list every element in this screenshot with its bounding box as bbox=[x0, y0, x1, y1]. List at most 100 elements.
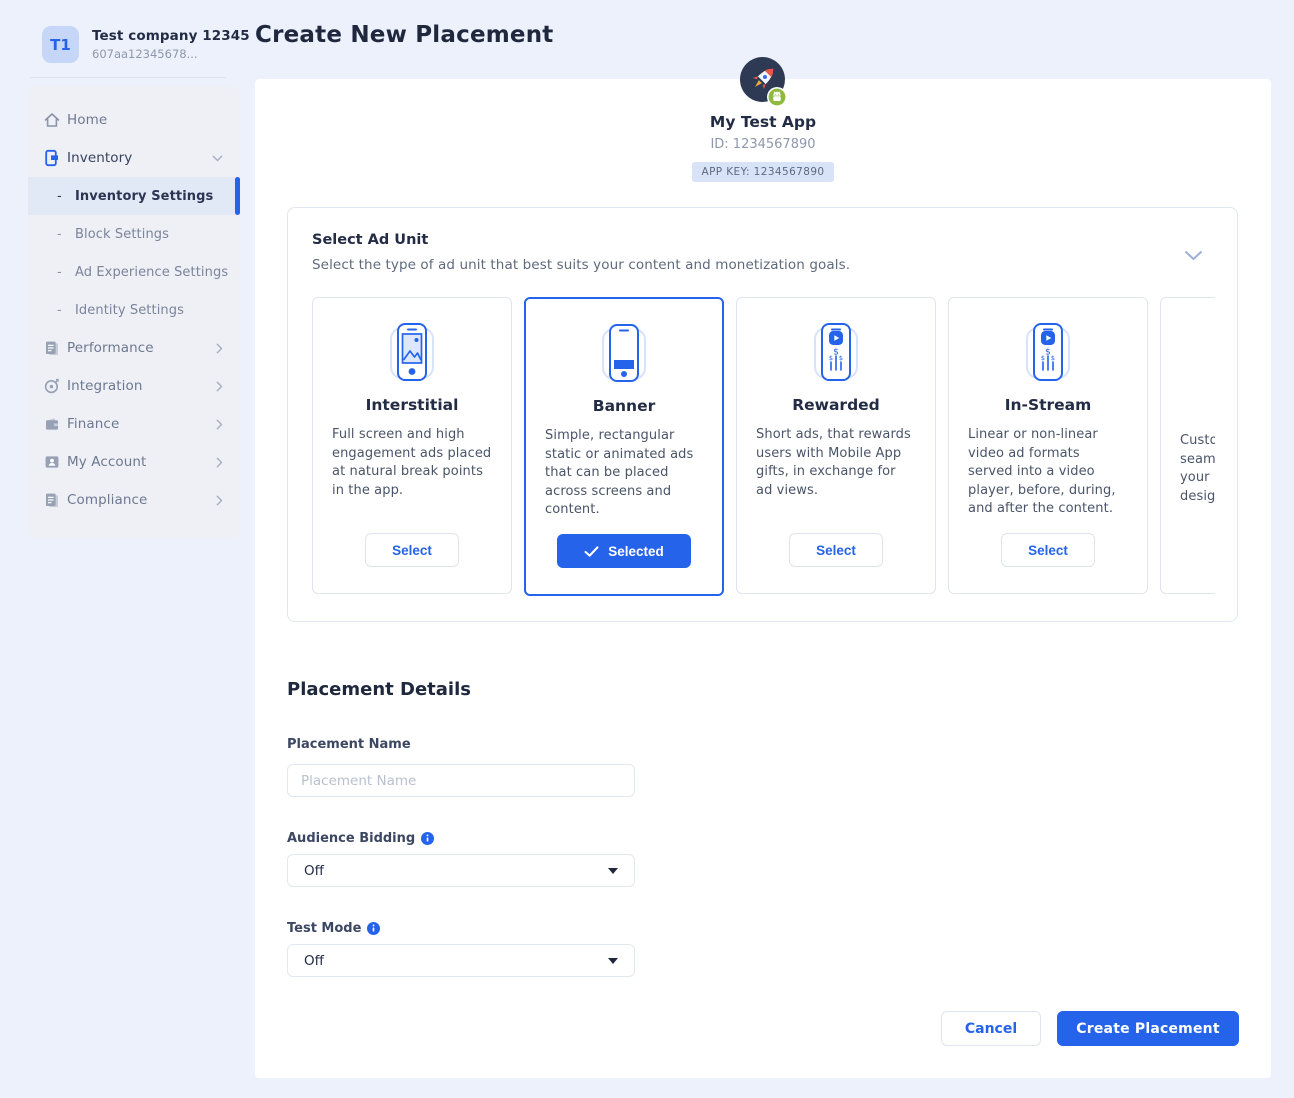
sidebar-item-integration[interactable]: Integration bbox=[28, 367, 240, 405]
ad-unit-title: Rewarded bbox=[737, 396, 935, 414]
dropdown-caret-icon bbox=[608, 958, 618, 964]
company-id: 607aa12345678... bbox=[92, 47, 250, 61]
chevron-right-icon bbox=[216, 419, 223, 430]
sidebar-item-label: Compliance bbox=[67, 492, 147, 508]
sidebar-item-label: Block Settings bbox=[75, 227, 169, 242]
sidebar-item-label: Inventory Settings bbox=[75, 189, 213, 204]
ad-unit-description: Short ads, that rewards users with Mobil… bbox=[756, 426, 916, 500]
sidebar-item-label: Integration bbox=[67, 378, 143, 394]
sidebar-item-label: Performance bbox=[67, 340, 154, 356]
main-card: My Test App ID: 1234567890 APP KEY: 1234… bbox=[255, 79, 1271, 1078]
select-ad-unit-subtitle: Select the type of ad unit that best sui… bbox=[312, 257, 850, 273]
create-placement-button[interactable]: Create Placement bbox=[1057, 1011, 1239, 1046]
sidebar-menu: Home Inventory - Inventory Settings - Bl… bbox=[28, 85, 240, 539]
audience-bidding-select[interactable]: Off bbox=[287, 854, 635, 887]
sidebar-item-label: Finance bbox=[67, 416, 119, 432]
inventory-icon bbox=[43, 149, 61, 167]
active-indicator-bar bbox=[235, 177, 240, 215]
ad-unit-card-banner[interactable]: Banner Simple, rectangular static or ani… bbox=[524, 297, 724, 596]
sidebar-item-label: Inventory bbox=[67, 150, 132, 166]
chevron-right-icon bbox=[216, 343, 223, 354]
info-icon[interactable] bbox=[367, 922, 380, 935]
ad-unit-description-line: desig bbox=[1180, 488, 1215, 507]
page-title: Create New Placement bbox=[255, 22, 553, 48]
sidebar-item-label: My Account bbox=[67, 454, 146, 470]
ad-unit-card-clipped[interactable]: Custo seam your desig bbox=[1160, 297, 1215, 594]
info-icon[interactable] bbox=[421, 832, 434, 845]
sidebar-item-my-account[interactable]: My Account bbox=[28, 443, 240, 481]
sidebar-item-home[interactable]: Home bbox=[28, 101, 240, 139]
dash-prefix: - bbox=[57, 303, 62, 318]
ad-unit-cards-row: Interstitial Full screen and high engage… bbox=[312, 297, 1215, 599]
select-ad-unit-section: Select Ad Unit Select the type of ad uni… bbox=[287, 207, 1238, 622]
target-icon bbox=[43, 377, 61, 395]
ad-unit-title: Interstitial bbox=[313, 396, 511, 414]
ad-unit-card-rewarded[interactable]: $ $ $ Rewarded Short ads, that rewards u… bbox=[736, 297, 936, 594]
sidebar-item-block-settings[interactable]: - Block Settings bbox=[28, 215, 240, 253]
company-switcher[interactable]: T1 Test company 12345 607aa12345678... bbox=[42, 26, 250, 63]
wallet-icon bbox=[43, 415, 61, 433]
rewarded-phone-icon: $ $ $ bbox=[798, 320, 874, 384]
sidebar-item-label: Ad Experience Settings bbox=[75, 265, 228, 280]
sidebar-item-performance[interactable]: Performance bbox=[28, 329, 240, 367]
select-ad-unit-title: Select Ad Unit bbox=[312, 232, 428, 248]
android-platform-icon bbox=[767, 87, 787, 107]
dropdown-caret-icon bbox=[608, 868, 618, 874]
chevron-right-icon bbox=[216, 381, 223, 392]
cancel-button[interactable]: Cancel bbox=[941, 1011, 1041, 1046]
chevron-down-icon bbox=[212, 155, 223, 162]
ad-unit-description: Linear or non-linear video ad formats se… bbox=[968, 426, 1128, 519]
ad-unit-card-in-stream[interactable]: $ $ $ In-Stream Linear or non-linear vid… bbox=[948, 297, 1148, 594]
report-icon bbox=[43, 339, 61, 357]
select-button[interactable]: Select bbox=[1001, 533, 1095, 567]
dash-prefix: - bbox=[57, 227, 62, 242]
chevron-right-icon bbox=[216, 495, 223, 506]
ad-unit-description: Simple, rectangular static or animated a… bbox=[545, 427, 703, 520]
dash-prefix: - bbox=[57, 265, 62, 280]
audience-bidding-value: Off bbox=[304, 863, 324, 879]
placement-details-title: Placement Details bbox=[287, 679, 471, 700]
select-button[interactable]: Select bbox=[789, 533, 883, 567]
sidebar-item-compliance[interactable]: Compliance bbox=[28, 481, 240, 519]
company-name: Test company 12345 bbox=[92, 28, 250, 44]
test-mode-select[interactable]: Off bbox=[287, 944, 635, 977]
select-button[interactable]: Select bbox=[365, 533, 459, 567]
selected-button-label: Selected bbox=[608, 544, 664, 559]
sidebar-item-label: Identity Settings bbox=[75, 303, 184, 318]
home-icon bbox=[43, 111, 61, 129]
ad-unit-description: Full screen and high engagement ads plac… bbox=[332, 426, 492, 500]
test-mode-value: Off bbox=[304, 953, 324, 969]
svg-text:$: $ bbox=[1051, 354, 1055, 362]
sidebar-item-identity-settings[interactable]: - Identity Settings bbox=[28, 291, 240, 329]
sidebar-item-label: Home bbox=[67, 112, 107, 128]
app-id: ID: 1234567890 bbox=[255, 137, 1271, 152]
test-mode-label: Test Mode bbox=[287, 921, 380, 936]
app-key-badge: APP KEY: 1234567890 bbox=[692, 162, 833, 182]
selected-button[interactable]: Selected bbox=[557, 534, 691, 568]
sidebar-item-inventory-settings[interactable]: - Inventory Settings bbox=[28, 177, 240, 215]
test-mode-label-text: Test Mode bbox=[287, 921, 361, 936]
ad-unit-title: Banner bbox=[526, 397, 722, 415]
dash-prefix: - bbox=[57, 189, 62, 204]
sidebar-item-inventory[interactable]: Inventory bbox=[28, 139, 240, 177]
placement-name-label: Placement Name bbox=[287, 737, 411, 752]
in-stream-phone-icon: $ $ $ bbox=[1010, 320, 1086, 384]
ad-unit-description-line: your bbox=[1180, 469, 1215, 488]
placement-name-input[interactable] bbox=[287, 764, 635, 797]
audience-bidding-label-text: Audience Bidding bbox=[287, 831, 415, 846]
sidebar-item-ad-experience-settings[interactable]: - Ad Experience Settings bbox=[28, 253, 240, 291]
ad-unit-description-line: seam bbox=[1180, 451, 1215, 470]
collapse-chevron-icon[interactable] bbox=[1184, 246, 1203, 265]
company-avatar: T1 bbox=[42, 26, 79, 63]
sidebar-item-finance[interactable]: Finance bbox=[28, 405, 240, 443]
interstitial-phone-icon bbox=[374, 320, 450, 384]
audience-bidding-label: Audience Bidding bbox=[287, 831, 434, 846]
person-badge-icon bbox=[43, 453, 61, 471]
document-icon bbox=[43, 491, 61, 509]
svg-text:$: $ bbox=[839, 354, 843, 362]
chevron-right-icon bbox=[216, 457, 223, 468]
app-name: My Test App bbox=[255, 113, 1271, 131]
banner-phone-icon bbox=[586, 321, 662, 385]
check-icon bbox=[584, 546, 599, 557]
ad-unit-card-interstitial[interactable]: Interstitial Full screen and high engage… bbox=[312, 297, 512, 594]
